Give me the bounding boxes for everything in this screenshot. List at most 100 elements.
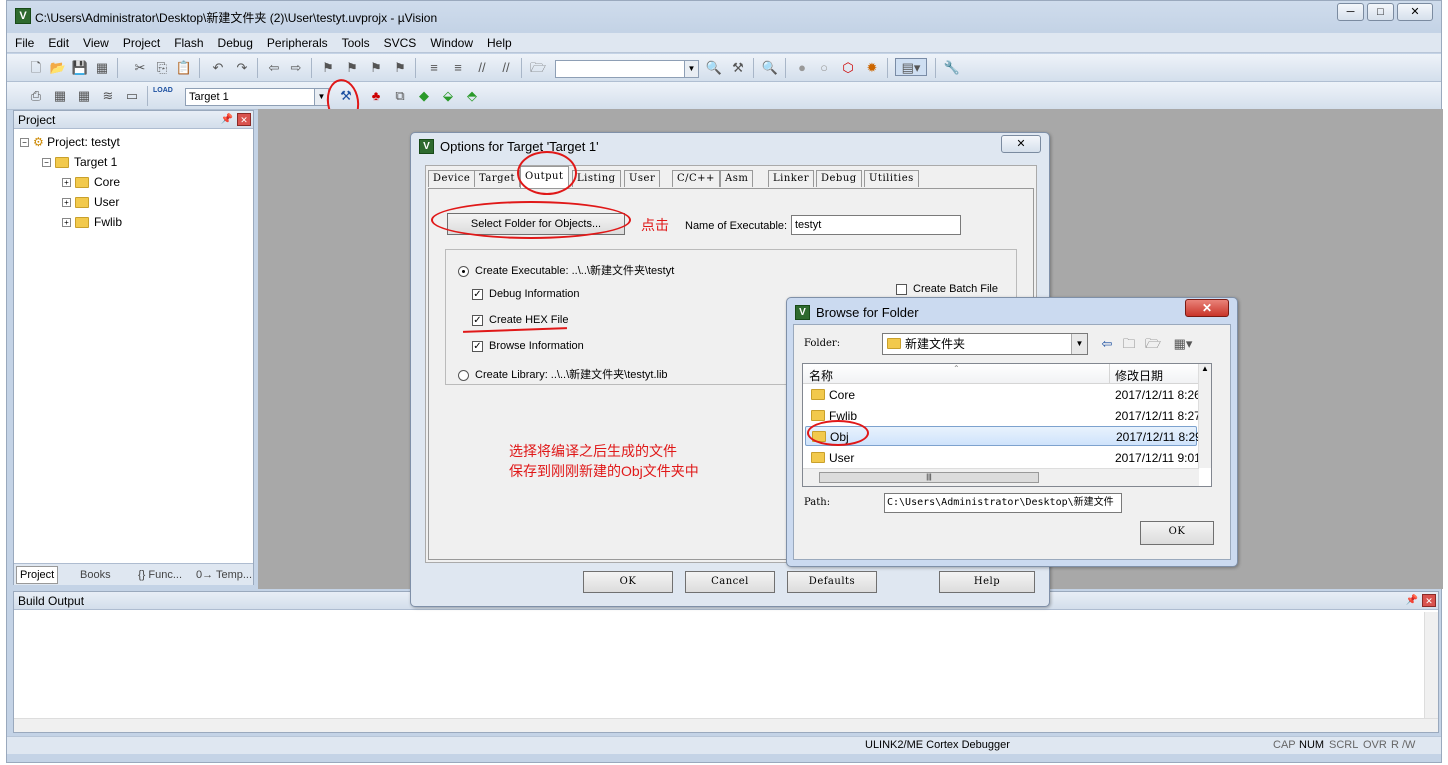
- tab-books[interactable]: Books: [80, 569, 111, 581]
- browse-info-checkbox[interactable]: ✓ Browse Information: [472, 340, 584, 352]
- find-icon[interactable]: 🔍: [705, 59, 723, 77]
- bookmark-icon[interactable]: ⚑: [319, 59, 337, 77]
- list-hscrollbar[interactable]: |||: [803, 468, 1199, 486]
- view-menu-icon[interactable]: ▦▾: [1168, 335, 1198, 353]
- find-in-files-icon[interactable]: 🗁: [529, 59, 547, 77]
- tab-device[interactable]: Device: [428, 170, 476, 187]
- minimize-button[interactable]: ─: [1337, 3, 1364, 21]
- breakpoint-icon[interactable]: ●: [793, 59, 811, 77]
- tree-root[interactable]: − ⚙ Project: testyt: [20, 133, 120, 151]
- output-vscrollbar[interactable]: [1424, 612, 1438, 718]
- list-item[interactable]: Core 2017/12/11 8:26: [803, 384, 1199, 405]
- debug-session-icon[interactable]: 🔍: [761, 59, 779, 77]
- close-button[interactable]: ✕: [1397, 3, 1433, 21]
- copy-icon[interactable]: ⎘: [153, 59, 171, 77]
- new-file-icon[interactable]: 🗋: [27, 59, 45, 77]
- menu-peripherals[interactable]: Peripherals: [259, 33, 334, 50]
- tab-asm[interactable]: Asm: [720, 170, 754, 187]
- tab-c-cpp[interactable]: C/C++: [672, 170, 720, 187]
- uncomment-icon[interactable]: //: [497, 59, 515, 77]
- menu-svcs[interactable]: SVCS: [376, 33, 423, 50]
- tree-group-core[interactable]: + Core: [62, 173, 120, 191]
- defaults-button[interactable]: Defaults: [787, 571, 877, 593]
- cancel-button[interactable]: Cancel: [685, 571, 775, 593]
- collapse-icon[interactable]: −: [42, 158, 51, 168]
- tab-project[interactable]: Project: [16, 566, 59, 584]
- indent-icon[interactable]: ≡: [425, 59, 443, 77]
- bookmark-clear-icon[interactable]: ⚑: [391, 59, 409, 77]
- bookmark-next-icon[interactable]: ⚑: [367, 59, 385, 77]
- menu-help[interactable]: Help: [479, 33, 518, 50]
- cut-icon[interactable]: ✂: [131, 59, 149, 77]
- create-batch-checkbox[interactable]: Create Batch File: [896, 283, 998, 295]
- nav-back-icon[interactable]: ⇦: [265, 59, 283, 77]
- open-file-icon[interactable]: 📂: [49, 59, 67, 77]
- menu-file[interactable]: File: [7, 33, 40, 50]
- tree-group-fwlib[interactable]: + Fwlib: [62, 213, 122, 231]
- menu-project[interactable]: Project: [115, 33, 166, 50]
- pin-icon[interactable]: 📌: [1406, 592, 1418, 610]
- col-date-header[interactable]: 修改日期: [1115, 367, 1163, 384]
- paste-icon[interactable]: 📋: [175, 59, 193, 77]
- panel-close-icon[interactable]: ✕: [1422, 594, 1436, 607]
- tab-utilities[interactable]: Utilities: [864, 170, 919, 187]
- expand-icon[interactable]: +: [62, 198, 71, 208]
- debug-info-checkbox[interactable]: ✓ Debug Information: [472, 288, 580, 300]
- batch-build-icon[interactable]: ≋: [99, 87, 117, 105]
- back-icon[interactable]: ⇦: [1098, 335, 1116, 353]
- menu-debug[interactable]: Debug: [210, 33, 259, 50]
- target-select[interactable]: Target 1 ▼: [185, 88, 329, 106]
- up-folder-icon[interactable]: 🗀: [1120, 335, 1138, 353]
- file-extensions-icon[interactable]: ⧉: [391, 87, 409, 105]
- menu-flash[interactable]: Flash: [166, 33, 209, 50]
- chevron-down-icon[interactable]: ▼: [1071, 334, 1087, 354]
- redo-icon[interactable]: ↷: [233, 59, 251, 77]
- tab-templates[interactable]: 0→ Temp...: [196, 569, 252, 581]
- tab-debug[interactable]: Debug: [816, 170, 862, 187]
- tab-listing[interactable]: Listing: [572, 170, 621, 187]
- menu-window[interactable]: Window: [422, 33, 479, 50]
- breakpoint-clear-icon[interactable]: ⬡: [839, 59, 857, 77]
- tree-group-user[interactable]: + User: [62, 193, 119, 211]
- ok-button[interactable]: OK: [583, 571, 673, 593]
- browse-close-button[interactable]: ✕: [1185, 299, 1229, 317]
- menu-view[interactable]: View: [75, 33, 115, 50]
- save-all-icon[interactable]: ▦: [93, 59, 111, 77]
- undo-icon[interactable]: ↶: [209, 59, 227, 77]
- pin-icon[interactable]: 📌: [221, 111, 233, 129]
- pack-installer-icon[interactable]: ⬘: [463, 87, 481, 105]
- find-combo[interactable]: ▼: [555, 60, 699, 78]
- new-folder-icon[interactable]: 🗁: [1144, 335, 1162, 353]
- list-item[interactable]: Fwlib 2017/12/11 8:27: [803, 405, 1199, 426]
- tree-target[interactable]: − Target 1: [42, 153, 117, 171]
- menu-tools[interactable]: Tools: [334, 33, 376, 50]
- tab-target[interactable]: Target: [474, 170, 520, 187]
- rebuild-icon[interactable]: ▦: [75, 87, 93, 105]
- name-exe-input[interactable]: testyt: [791, 215, 961, 235]
- build-icon[interactable]: ▦: [51, 87, 69, 105]
- list-vscrollbar[interactable]: ▲: [1198, 364, 1211, 468]
- unindent-icon[interactable]: ≡: [449, 59, 467, 77]
- configure-icon[interactable]: 🔧: [943, 59, 961, 77]
- path-input[interactable]: C:\Users\Administrator\Desktop\新建文件: [884, 493, 1122, 513]
- tab-user[interactable]: User: [624, 170, 661, 187]
- create-lib-radio[interactable]: Create Library: ..\..\新建文件夹\testyt.lib: [458, 366, 668, 382]
- manage-rte-icon[interactable]: ⬙: [439, 87, 457, 105]
- create-exe-radio[interactable]: Create Executable: ..\..\新建文件夹\testyt: [458, 262, 674, 278]
- create-hex-checkbox[interactable]: ✓ Create HEX File: [472, 314, 568, 326]
- incremental-find-icon[interactable]: ⚒: [729, 59, 747, 77]
- window-layout-icon[interactable]: ▤▾: [895, 58, 927, 76]
- maximize-button[interactable]: □: [1367, 3, 1394, 21]
- comment-icon[interactable]: //: [473, 59, 491, 77]
- stop-build-icon[interactable]: ▭: [123, 87, 141, 105]
- collapse-icon[interactable]: −: [20, 138, 29, 148]
- bookmark-prev-icon[interactable]: ⚑: [343, 59, 361, 77]
- manage-project-icon[interactable]: ♣: [367, 87, 385, 105]
- output-hscrollbar[interactable]: [14, 718, 1438, 732]
- breakpoint-kill-icon[interactable]: ✹: [863, 59, 881, 77]
- tab-functions[interactable]: {} Func...: [138, 569, 182, 581]
- list-item[interactable]: User 2017/12/11 9:01: [803, 447, 1199, 464]
- translate-icon[interactable]: ⎙: [27, 87, 45, 105]
- tab-linker[interactable]: Linker: [768, 170, 815, 187]
- help-button[interactable]: Help: [939, 571, 1035, 593]
